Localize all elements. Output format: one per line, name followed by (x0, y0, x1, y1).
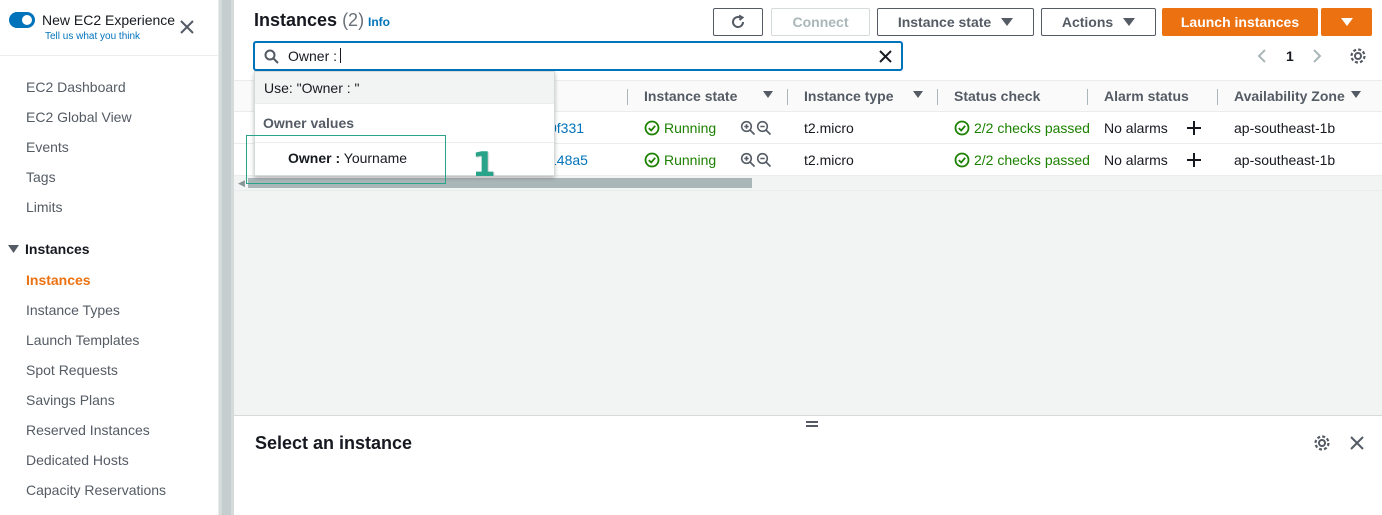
launch-options-button[interactable] (1321, 8, 1372, 36)
zoom-controls (740, 120, 772, 136)
sidebar: New EC2 Experience Tell us what you thin… (0, 0, 219, 515)
status-check-text: 2/2 checks passed (974, 120, 1090, 136)
sidebar-section-label: Instances (25, 241, 90, 257)
instance-state-text: Running (664, 152, 717, 168)
status-check-cell: 2/2 checks passed (954, 120, 1090, 136)
status-check-cell: 2/2 checks passed (954, 152, 1090, 168)
instance-state-cell: Running (644, 152, 716, 168)
zoom-controls (740, 152, 772, 168)
caret-down-icon (1340, 18, 1353, 26)
column-header-alarm-status[interactable]: Alarm status (1104, 88, 1189, 104)
connect-button[interactable]: Connect (771, 8, 870, 36)
instance-state-cell: Running (644, 120, 716, 136)
instance-type-cell: t2.micro (804, 152, 854, 168)
sidebar-item-limits[interactable]: Limits (26, 199, 63, 215)
instance-state-label: Instance state (897, 14, 992, 30)
zoom-out-icon[interactable] (756, 152, 772, 168)
instance-state-button[interactable]: Instance state (877, 8, 1034, 36)
instance-type-cell: t2.micro (804, 120, 854, 136)
check-circle-icon (644, 120, 660, 136)
info-link[interactable]: Info (368, 15, 390, 29)
plus-icon[interactable] (1186, 152, 1202, 168)
sidebar-item-savings-plans[interactable]: Savings Plans (26, 392, 115, 408)
column-divider[interactable] (1087, 89, 1088, 105)
instance-state-text: Running (664, 120, 717, 136)
instance-count: (2) (342, 10, 365, 30)
caret-down-icon (1123, 18, 1136, 26)
actions-label: Actions (1061, 14, 1114, 30)
column-divider[interactable] (1217, 89, 1218, 105)
sidebar-item-instances[interactable]: Instances (26, 272, 91, 288)
sidebar-item-spot-requests[interactable]: Spot Requests (26, 362, 118, 378)
details-title: Select an instance (255, 433, 413, 453)
zoom-in-icon[interactable] (740, 152, 756, 168)
sort-icon[interactable] (763, 91, 773, 98)
sidebar-item-capacity-reservations[interactable]: Capacity Reservations (26, 482, 166, 498)
annotation-step-number: 1 (472, 145, 496, 185)
sidebar-scrollbar[interactable] (219, 0, 234, 515)
page-title-text: Instances (254, 10, 338, 30)
sidebar-item-instance-types[interactable]: Instance Types (26, 302, 120, 318)
scroll-left-icon[interactable]: ◀ (238, 178, 245, 189)
close-icon[interactable] (1349, 435, 1365, 451)
column-header-instance-state[interactable]: Instance state (644, 88, 737, 104)
zoom-in-icon[interactable] (740, 120, 756, 136)
gear-icon[interactable] (1313, 434, 1331, 452)
sidebar-item-events[interactable]: Events (26, 139, 69, 155)
page-title: Instances (2) (254, 10, 364, 31)
column-divider[interactable] (627, 89, 628, 105)
sidebar-item-reserved-instances[interactable]: Reserved Instances (26, 422, 150, 438)
current-page[interactable]: 1 (1286, 48, 1294, 64)
sidebar-item-tags[interactable]: Tags (26, 169, 56, 185)
column-divider[interactable] (937, 89, 938, 105)
check-circle-icon (954, 120, 970, 136)
plus-icon[interactable] (1186, 120, 1202, 136)
text-cursor (340, 48, 342, 63)
launch-instances-button[interactable]: Launch instances (1162, 8, 1318, 36)
sidebar-item-dedicated-hosts[interactable]: Dedicated Hosts (26, 452, 129, 468)
new-experience-banner: New EC2 Experience Tell us what you thin… (0, 0, 219, 56)
column-header-instance-type[interactable]: Instance type (804, 88, 893, 104)
clear-icon[interactable] (878, 49, 893, 64)
zoom-out-icon[interactable] (756, 120, 772, 136)
resize-handle-icon[interactable] (806, 421, 818, 427)
column-divider[interactable] (787, 89, 788, 105)
table-empty-area (234, 190, 1382, 415)
check-circle-icon (954, 152, 970, 168)
search-value: Owner : (288, 48, 338, 64)
experience-title: New EC2 Experience (42, 12, 176, 28)
actions-button[interactable]: Actions (1041, 8, 1156, 36)
sidebar-item-ec2-global-view[interactable]: EC2 Global View (26, 109, 132, 125)
column-header-status-check[interactable]: Status check (954, 88, 1040, 104)
details-panel: Select an instance (234, 415, 1382, 515)
alarm-status-cell: No alarms (1104, 120, 1168, 136)
sidebar-item-ec2-dashboard[interactable]: EC2 Dashboard (26, 79, 126, 95)
owner-values-group-label: Owner values (263, 115, 355, 131)
close-icon[interactable] (178, 18, 196, 36)
sidebar-item-launch-templates[interactable]: Launch Templates (26, 332, 139, 348)
search-icon (264, 49, 279, 64)
alarm-status-cell: No alarms (1104, 152, 1168, 168)
use-text-option[interactable]: Use: "Owner : " (255, 72, 554, 104)
status-check-text: 2/2 checks passed (974, 152, 1090, 168)
next-page-icon[interactable] (1311, 48, 1323, 64)
refresh-button[interactable] (713, 8, 763, 36)
sidebar-section-instances[interactable]: Instances (8, 241, 90, 257)
sort-icon[interactable] (1351, 91, 1361, 98)
gear-icon[interactable] (1349, 47, 1367, 65)
annotation-highlight-box (246, 135, 446, 184)
new-experience-toggle[interactable] (9, 12, 35, 28)
sort-icon[interactable] (913, 91, 923, 98)
feedback-link[interactable]: Tell us what you think (45, 31, 140, 42)
caret-down-icon (1001, 18, 1014, 26)
availability-zone-cell: ap-southeast-1b (1234, 152, 1336, 168)
previous-page-icon[interactable] (1256, 48, 1268, 64)
availability-zone-cell: ap-southeast-1b (1234, 120, 1336, 136)
column-header-availability-zone[interactable]: Availability Zone (1234, 88, 1345, 104)
search-input[interactable]: Owner : (254, 42, 902, 70)
refresh-icon (732, 14, 745, 28)
check-circle-icon (644, 152, 660, 168)
caret-down-icon (8, 244, 19, 253)
